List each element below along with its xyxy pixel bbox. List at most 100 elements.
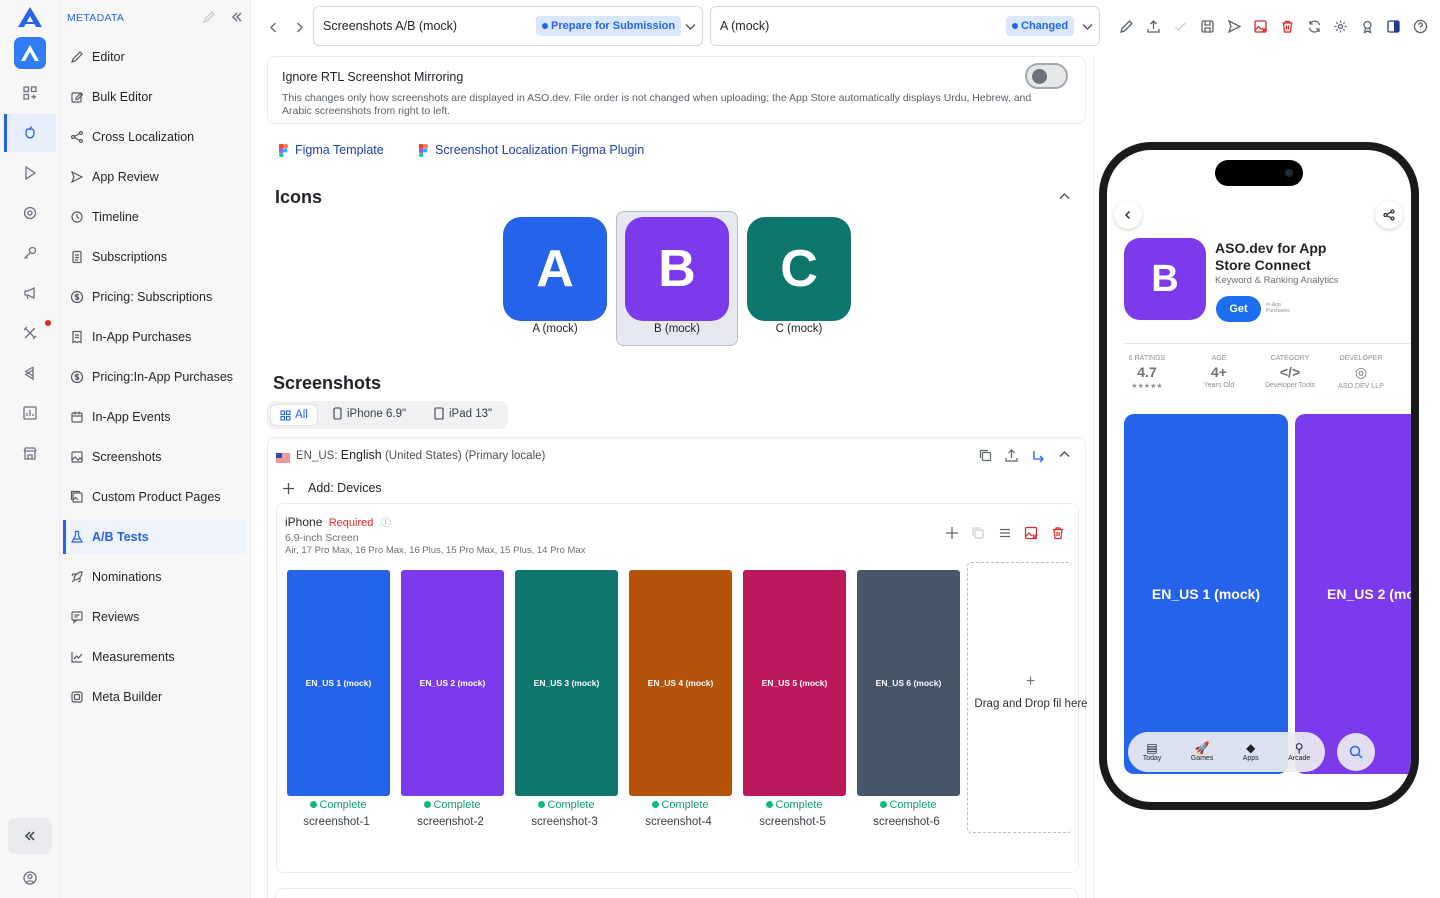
megaphone-icon[interactable] <box>18 281 42 305</box>
sidebar-item-label: Editor <box>92 50 125 64</box>
filter-iphone[interactable]: iPhone 6.9" <box>333 407 406 420</box>
sidebar-item-a-b-tests[interactable]: A/B Tests <box>63 520 247 554</box>
sidebar-item-custom-product-pages[interactable]: Custom Product Pages <box>64 480 247 514</box>
screenshot-filename: screenshot-1 <box>303 816 370 828</box>
target-icon[interactable] <box>18 201 42 225</box>
add-devices-button[interactable]: Add: Devices <box>282 481 382 495</box>
treatment-select[interactable]: A (mock) Changed <box>710 6 1100 46</box>
collapse-rail-icon[interactable] <box>8 818 52 854</box>
tab-games[interactable]: 🚀 Games <box>1191 742 1214 763</box>
status-dot-icon <box>538 801 546 808</box>
rtl-toggle[interactable] <box>1025 63 1068 89</box>
chevron-up-icon[interactable] <box>1058 190 1071 208</box>
send-icon <box>70 170 84 184</box>
screenshot-tile[interactable]: EN_US 2 (mock) <box>401 570 504 796</box>
image-remove-icon[interactable] <box>1251 17 1269 35</box>
grid-icon <box>280 409 291 421</box>
upload-icon[interactable] <box>1144 17 1162 35</box>
dollar-circle-icon <box>70 290 84 304</box>
save-icon[interactable] <box>1198 17 1216 35</box>
figma-template-link[interactable]: Figma Template <box>279 143 384 157</box>
award-icon[interactable] <box>1358 17 1376 35</box>
required-label: Required <box>328 517 374 529</box>
back-icon[interactable] <box>263 17 283 37</box>
sidebar-item-in-app-events[interactable]: In-App Events <box>64 400 247 434</box>
rtl-description: This changes only how screenshots are di… <box>282 92 1032 117</box>
back-icon[interactable] <box>1114 201 1142 229</box>
apple-icon[interactable] <box>18 121 42 145</box>
play-store-icon[interactable] <box>18 161 42 185</box>
chevron-down-icon[interactable] <box>684 20 697 36</box>
sidebar-item-bulk-editor[interactable]: Bulk Editor <box>64 80 247 114</box>
settings-icon[interactable] <box>1331 17 1349 35</box>
sidebar-item-reviews[interactable]: Reviews <box>64 600 247 634</box>
screenshot-tile[interactable]: EN_US 6 (mock) <box>857 570 960 796</box>
tab-apps[interactable]: ◆ Apps <box>1243 742 1259 763</box>
sidebar-item-in-app-purchases[interactable]: In-App Purchases <box>64 320 247 354</box>
screenshot-tile[interactable]: EN_US 4 (mock) <box>629 570 732 796</box>
trash-icon[interactable] <box>1051 526 1065 545</box>
app-icon[interactable] <box>14 37 46 69</box>
screenshot-tile[interactable]: EN_US 1 (mock) <box>287 570 390 796</box>
treatment-select-value: A (mock) <box>720 19 770 33</box>
menu-icon[interactable] <box>998 526 1012 545</box>
forward-icon[interactable] <box>289 17 309 37</box>
sidebar-item-app-review[interactable]: App Review <box>64 160 247 194</box>
plus-icon[interactable] <box>945 526 959 545</box>
get-button[interactable]: Get <box>1216 296 1261 322</box>
filter-all[interactable]: All <box>270 404 318 426</box>
sidebar-item-pricing-subscriptions[interactable]: Pricing: Subscriptions <box>64 280 247 314</box>
check-icon[interactable] <box>1171 17 1189 35</box>
figma-plugin-link[interactable]: Screenshot Localization Figma Plugin <box>419 143 644 157</box>
filter-ipad[interactable]: iPad 13" <box>434 407 492 420</box>
sidebar-item-meta-builder[interactable]: Meta Builder <box>64 680 247 714</box>
collapse-sidebar-icon[interactable] <box>230 10 244 29</box>
sidebar-item-timeline[interactable]: Timeline <box>64 200 247 234</box>
grid-add-icon[interactable] <box>18 81 42 105</box>
search-button[interactable] <box>1337 733 1375 771</box>
sidebar-item-editor[interactable]: Editor <box>64 40 247 74</box>
copy-icon[interactable] <box>978 448 993 468</box>
help-icon[interactable] <box>1411 17 1429 35</box>
panel-toggle-icon[interactable] <box>1384 17 1402 35</box>
trash-icon[interactable] <box>1278 17 1296 35</box>
screenshot-tile[interactable]: EN_US 5 (mock) <box>743 570 846 796</box>
analytics-icon[interactable] <box>18 401 42 425</box>
chart-icon <box>71 652 83 663</box>
sidebar-item-subscriptions[interactable]: Subscriptions <box>64 240 247 274</box>
status-dot-icon <box>880 801 888 808</box>
sidebar-item-cross-localization[interactable]: Cross Localization <box>64 120 247 154</box>
icon-option-c[interactable]: C <box>747 217 851 321</box>
sidebar-item-measurements[interactable]: Measurements <box>64 640 247 674</box>
edit-icon[interactable] <box>1117 17 1135 35</box>
icon-option-b[interactable]: B <box>625 217 729 321</box>
sidebar-item-label: Timeline <box>92 210 139 224</box>
vscode-icon[interactable] <box>18 361 42 385</box>
pencil-icon[interactable] <box>202 10 216 29</box>
test-select[interactable]: Screenshots A/B (mock) Prepare for Submi… <box>313 6 703 46</box>
chevron-up-icon[interactable] <box>1058 448 1071 466</box>
upload-icon[interactable] <box>1004 448 1019 468</box>
user-icon[interactable] <box>18 866 42 890</box>
sidebar-item-nominations[interactable]: Nominations <box>64 560 247 594</box>
drop-zone[interactable]: + Drag and Drop fil here <box>967 562 1088 833</box>
send-icon[interactable] <box>1225 17 1243 35</box>
duplicate-icon[interactable] <box>971 526 985 545</box>
tab-today[interactable]: ▤ Today <box>1143 742 1162 763</box>
screenshot-tile[interactable]: EN_US 3 (mock) <box>515 570 618 796</box>
chevron-down-icon[interactable] <box>1081 20 1094 36</box>
sidebar-item-screenshots[interactable]: Screenshots <box>64 440 247 474</box>
sidebar-item-pricing-in-app-purchases[interactable]: Pricing:In-App Purchases <box>64 360 247 394</box>
image-remove-icon[interactable] <box>1024 526 1038 545</box>
tools-icon[interactable] <box>18 321 42 345</box>
icon-option-a[interactable]: A <box>503 217 607 321</box>
aso-logo[interactable] <box>17 6 43 28</box>
store-icon[interactable] <box>18 441 42 465</box>
sidebar-item-label: Cross Localization <box>92 130 195 144</box>
share-icon[interactable] <box>1375 201 1403 229</box>
tab-arcade[interactable]: ⚲ Arcade <box>1288 742 1310 763</box>
divider <box>1124 343 1411 344</box>
export-arrow-icon[interactable] <box>1031 448 1046 468</box>
refresh-icon[interactable] <box>1305 17 1323 35</box>
key-icon[interactable] <box>18 241 42 265</box>
